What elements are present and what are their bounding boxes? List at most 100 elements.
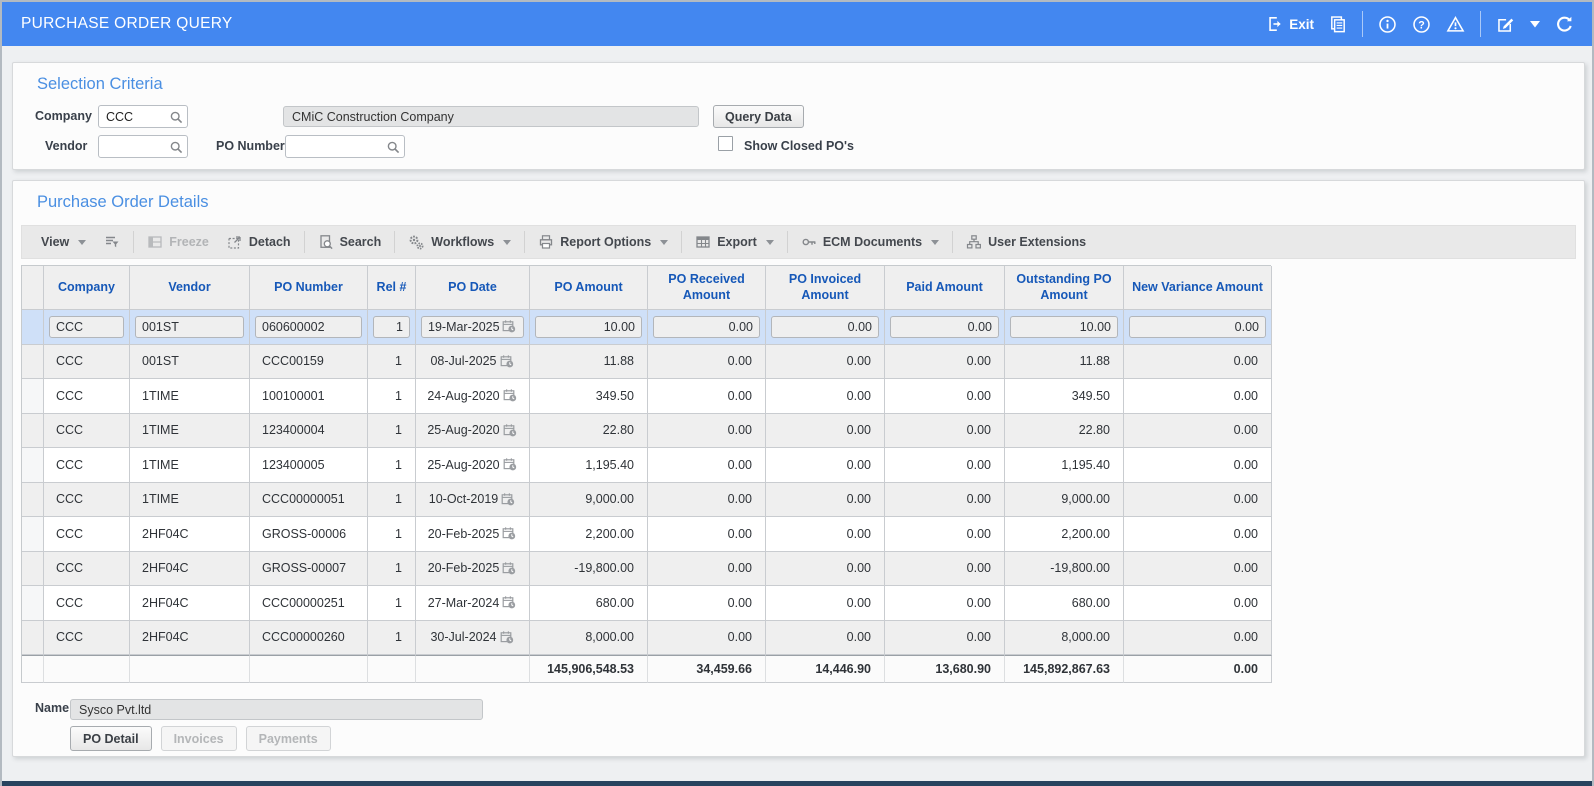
cell-variance-input[interactable]: 0.00 xyxy=(1129,315,1266,338)
info-button[interactable] xyxy=(1378,15,1397,34)
row-selector-cell[interactable] xyxy=(22,551,44,586)
table-header-row: Company Vendor PO Number Rel # PO Date PO Amo… xyxy=(22,266,1272,310)
cell-po_invoiced: 0.00 xyxy=(766,310,885,345)
report-options-menu[interactable]: Report Options xyxy=(529,226,677,258)
date-picker-icon[interactable] xyxy=(501,492,516,507)
column-header-4[interactable]: Rel # xyxy=(368,266,416,310)
date-picker-icon[interactable] xyxy=(502,319,517,334)
cell-paid: 0.00 xyxy=(885,310,1005,345)
workflows-menu[interactable]: Workflows xyxy=(399,226,520,258)
edit-dropdown-button[interactable] xyxy=(1530,20,1540,28)
company-search-icon[interactable] xyxy=(169,110,184,125)
export-menu[interactable]: Export xyxy=(686,226,783,258)
table-row[interactable]: CCC 2HF04C GROSS-00007 1 20-Feb-2025 -19,800.… xyxy=(22,551,1272,586)
column-header-6[interactable]: PO Amount xyxy=(530,266,648,310)
vendor-search-icon[interactable] xyxy=(169,140,184,155)
date-picker-icon[interactable] xyxy=(503,388,518,403)
column-header-3[interactable]: PO Number xyxy=(250,266,368,310)
cell-po_date-input[interactable]: 19-Mar-2025 xyxy=(421,315,524,338)
cell-po_received: 0.00 xyxy=(648,551,766,586)
table-row[interactable]: CCC 1TIME CCC00000051 1 10-Oct-2019 9,000.00 0… xyxy=(22,482,1272,517)
query-data-button[interactable]: Query Data xyxy=(713,105,804,128)
table-row[interactable]: CCC 2HF04C CCC00000251 1 27-Mar-2024 680.00 0.… xyxy=(22,586,1272,621)
search-button[interactable]: Search xyxy=(309,226,391,258)
cell-outstanding-value: 22.80 xyxy=(1078,423,1110,438)
view-menu-label: View xyxy=(41,235,70,249)
date-picker-icon[interactable] xyxy=(503,423,518,438)
date-picker-icon[interactable] xyxy=(503,457,518,472)
cell-outstanding-input[interactable]: 10.00 xyxy=(1010,315,1118,338)
cell-po_amount-input[interactable]: 10.00 xyxy=(535,315,642,338)
row-selector-cell[interactable] xyxy=(22,379,44,414)
view-menu[interactable]: View xyxy=(32,226,95,258)
show-closed-checkbox[interactable] xyxy=(718,136,733,151)
detach-icon xyxy=(227,234,243,250)
cell-vendor-input[interactable]: 001ST xyxy=(135,315,244,338)
cell-variance-value: 0.00 xyxy=(1233,492,1258,507)
po-table: Company Vendor PO Number Rel # PO Date PO Amo… xyxy=(21,265,1272,683)
row-selector-cell[interactable] xyxy=(22,620,44,655)
cell-company-input[interactable]: CCC xyxy=(49,315,124,338)
qbe-button[interactable] xyxy=(95,226,129,258)
cell-outstanding: 9,000.00 xyxy=(1005,482,1124,517)
ecm-documents-menu[interactable]: ECM Documents xyxy=(792,226,948,258)
detach-button[interactable]: Detach xyxy=(218,226,300,258)
cell-po_date-value: 24-Aug-2020 xyxy=(427,388,500,403)
row-selector-cell[interactable] xyxy=(22,448,44,483)
cell-rel: 1 xyxy=(368,448,416,483)
date-picker-icon[interactable] xyxy=(502,595,517,610)
edit-button[interactable] xyxy=(1496,15,1515,34)
table-row[interactable]: CCC 2HF04C CCC00000260 1 30-Jul-2024 8,000.00… xyxy=(22,620,1272,655)
date-picker-icon[interactable] xyxy=(500,630,515,645)
cell-po_received-input[interactable]: 0.00 xyxy=(653,315,760,338)
row-selector-cell[interactable] xyxy=(22,344,44,379)
row-selector-cell[interactable] xyxy=(22,310,44,345)
table-row[interactable]: CCC 1TIME 100100001 1 24-Aug-2020 349.50 0.00 0… xyxy=(22,379,1272,414)
cell-po_received-value: 0.00 xyxy=(727,354,752,369)
cell-po_amount: 11.88 xyxy=(530,344,648,379)
table-row[interactable]: CCC 001ST CCC00159 1 08-Jul-2025 11.88 0.00 0.0… xyxy=(22,344,1272,379)
totals-empty-cell xyxy=(250,655,368,683)
cell-paid-input[interactable]: 0.00 xyxy=(890,315,999,338)
table-row[interactable]: CCC 001ST 060600002 1 19-Mar-2025 10.00 0.00 0.… xyxy=(22,310,1272,345)
column-header-1[interactable]: Company xyxy=(44,266,130,310)
po-detail-button[interactable]: PO Detail xyxy=(70,726,152,751)
table-row[interactable]: CCC 2HF04C GROSS-00006 1 20-Feb-2025 2,200.00… xyxy=(22,517,1272,552)
toolbar-separator xyxy=(303,231,305,253)
cell-po_number-input[interactable]: 060600002 xyxy=(255,315,362,338)
row-selector-cell[interactable] xyxy=(22,586,44,621)
totals-empty-cell xyxy=(416,655,530,683)
date-picker-icon[interactable] xyxy=(502,526,517,541)
po-number-search-icon[interactable] xyxy=(386,140,401,155)
date-picker-icon[interactable] xyxy=(500,354,515,369)
table-row[interactable]: CCC 1TIME 123400004 1 25-Aug-2020 22.80 0.00 0.… xyxy=(22,413,1272,448)
cell-po_received: 0.00 xyxy=(648,586,766,621)
table-row[interactable]: CCC 1TIME 123400005 1 25-Aug-2020 1,195.40 0.0… xyxy=(22,448,1272,483)
column-header-5[interactable]: PO Date xyxy=(416,266,530,310)
show-closed-label: Show Closed PO's xyxy=(744,139,854,153)
cell-company-value: CCC xyxy=(56,526,84,541)
cell-outstanding-value: 2,200.00 xyxy=(1061,526,1110,541)
column-header-7[interactable]: PO Received Amount xyxy=(648,266,766,310)
row-selector-cell[interactable] xyxy=(22,413,44,448)
column-header-10[interactable]: Outstanding PO Amount xyxy=(1005,266,1124,310)
help-button[interactable]: ? xyxy=(1412,15,1431,34)
date-picker-icon[interactable] xyxy=(502,561,517,576)
cell-po_amount: 10.00 xyxy=(530,310,648,345)
column-header-2[interactable]: Vendor xyxy=(130,266,250,310)
column-header-9[interactable]: Paid Amount xyxy=(885,266,1005,310)
column-header-8[interactable]: PO Invoiced Amount xyxy=(766,266,885,310)
row-selector-cell[interactable] xyxy=(22,517,44,552)
row-selector-cell[interactable] xyxy=(22,482,44,517)
user-extensions-button[interactable]: User Extensions xyxy=(957,226,1095,258)
refresh-button[interactable] xyxy=(1555,15,1574,34)
total-po_amount: 145,906,548.53 xyxy=(530,655,648,683)
cell-variance: 0.00 xyxy=(1124,517,1272,552)
pages-button[interactable] xyxy=(1329,15,1347,33)
warning-button[interactable] xyxy=(1446,15,1465,34)
cell-po_invoiced-input[interactable]: 0.00 xyxy=(771,315,879,338)
cell-po_invoiced: 0.00 xyxy=(766,551,885,586)
cell-rel-input[interactable]: 1 xyxy=(373,315,410,338)
exit-button[interactable]: Exit xyxy=(1265,15,1314,33)
column-header-11[interactable]: New Variance Amount xyxy=(1124,266,1272,310)
